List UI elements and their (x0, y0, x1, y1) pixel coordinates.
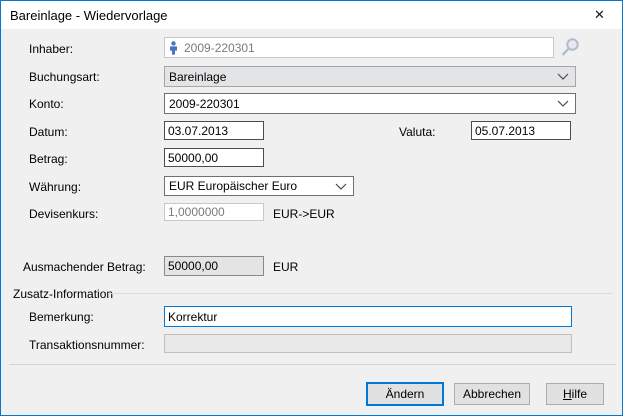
ausmachender-betrag-field (164, 256, 264, 276)
valuta-input[interactable] (471, 121, 571, 140)
buchungsart-label: Buchungsart: (29, 70, 100, 84)
hilfe-button-label: Hilfe (563, 387, 587, 401)
inhaber-value: 2009-220301 (184, 41, 255, 55)
window-title: Bareinlage - Wiedervorlage (10, 8, 168, 23)
bemerkung-label: Bemerkung: (29, 310, 94, 324)
inhaber-field: 2009-220301 (164, 37, 554, 58)
titlebar: Bareinlage - Wiedervorlage ✕ (1, 1, 622, 29)
konto-label: Konto: (29, 97, 64, 111)
bemerkung-input[interactable] (164, 306, 572, 327)
abbrechen-button-label: Abbrechen (463, 387, 521, 401)
zusatz-information-heading: Zusatz-Information (13, 287, 113, 301)
buchungsart-value: Bareinlage (169, 70, 226, 84)
person-icon (169, 41, 178, 55)
close-button[interactable]: ✕ (577, 1, 622, 29)
devisenkurs-label: Devisenkurs: (29, 207, 98, 221)
aendern-button[interactable]: Ändern (366, 382, 444, 406)
chevron-down-icon (335, 183, 349, 190)
chevron-down-icon (557, 100, 571, 107)
konto-value: 2009-220301 (169, 97, 240, 111)
konto-select[interactable]: 2009-220301 (164, 93, 576, 114)
valuta-label: Valuta: (399, 125, 435, 139)
buchungsart-select[interactable]: Bareinlage (164, 66, 576, 87)
devisenkurs-suffix: EUR->EUR (273, 207, 335, 221)
devisenkurs-input (164, 203, 264, 221)
inhaber-search-button[interactable] (557, 36, 583, 59)
waehrung-value: EUR Europäischer Euro (169, 179, 297, 193)
waehrung-label: Währung: (29, 180, 81, 194)
dialog-bareinlage-wiedervorlage: Bareinlage - Wiedervorlage ✕ Inhaber: 20… (0, 0, 623, 416)
hilfe-button[interactable]: Hilfe (546, 383, 604, 405)
group-divider (108, 293, 613, 294)
datum-label: Datum: (29, 125, 68, 139)
aendern-button-label: Ändern (386, 387, 425, 401)
datum-input[interactable] (164, 121, 264, 140)
inhaber-label: Inhaber: (29, 42, 73, 56)
ausmachender-betrag-label: Ausmachender Betrag: (23, 260, 146, 274)
chevron-down-icon (557, 73, 571, 80)
close-icon: ✕ (594, 7, 605, 23)
transaktionsnummer-label: Transaktionsnummer: (29, 338, 145, 352)
waehrung-select[interactable]: EUR Europäischer Euro (164, 176, 354, 196)
betrag-input[interactable] (164, 148, 264, 167)
footer-divider (9, 364, 616, 365)
ausmachender-betrag-suffix: EUR (273, 260, 298, 274)
abbrechen-button[interactable]: Abbrechen (454, 383, 530, 405)
betrag-label: Betrag: (29, 152, 68, 166)
transaktionsnummer-input (164, 334, 572, 353)
search-icon (560, 37, 581, 58)
